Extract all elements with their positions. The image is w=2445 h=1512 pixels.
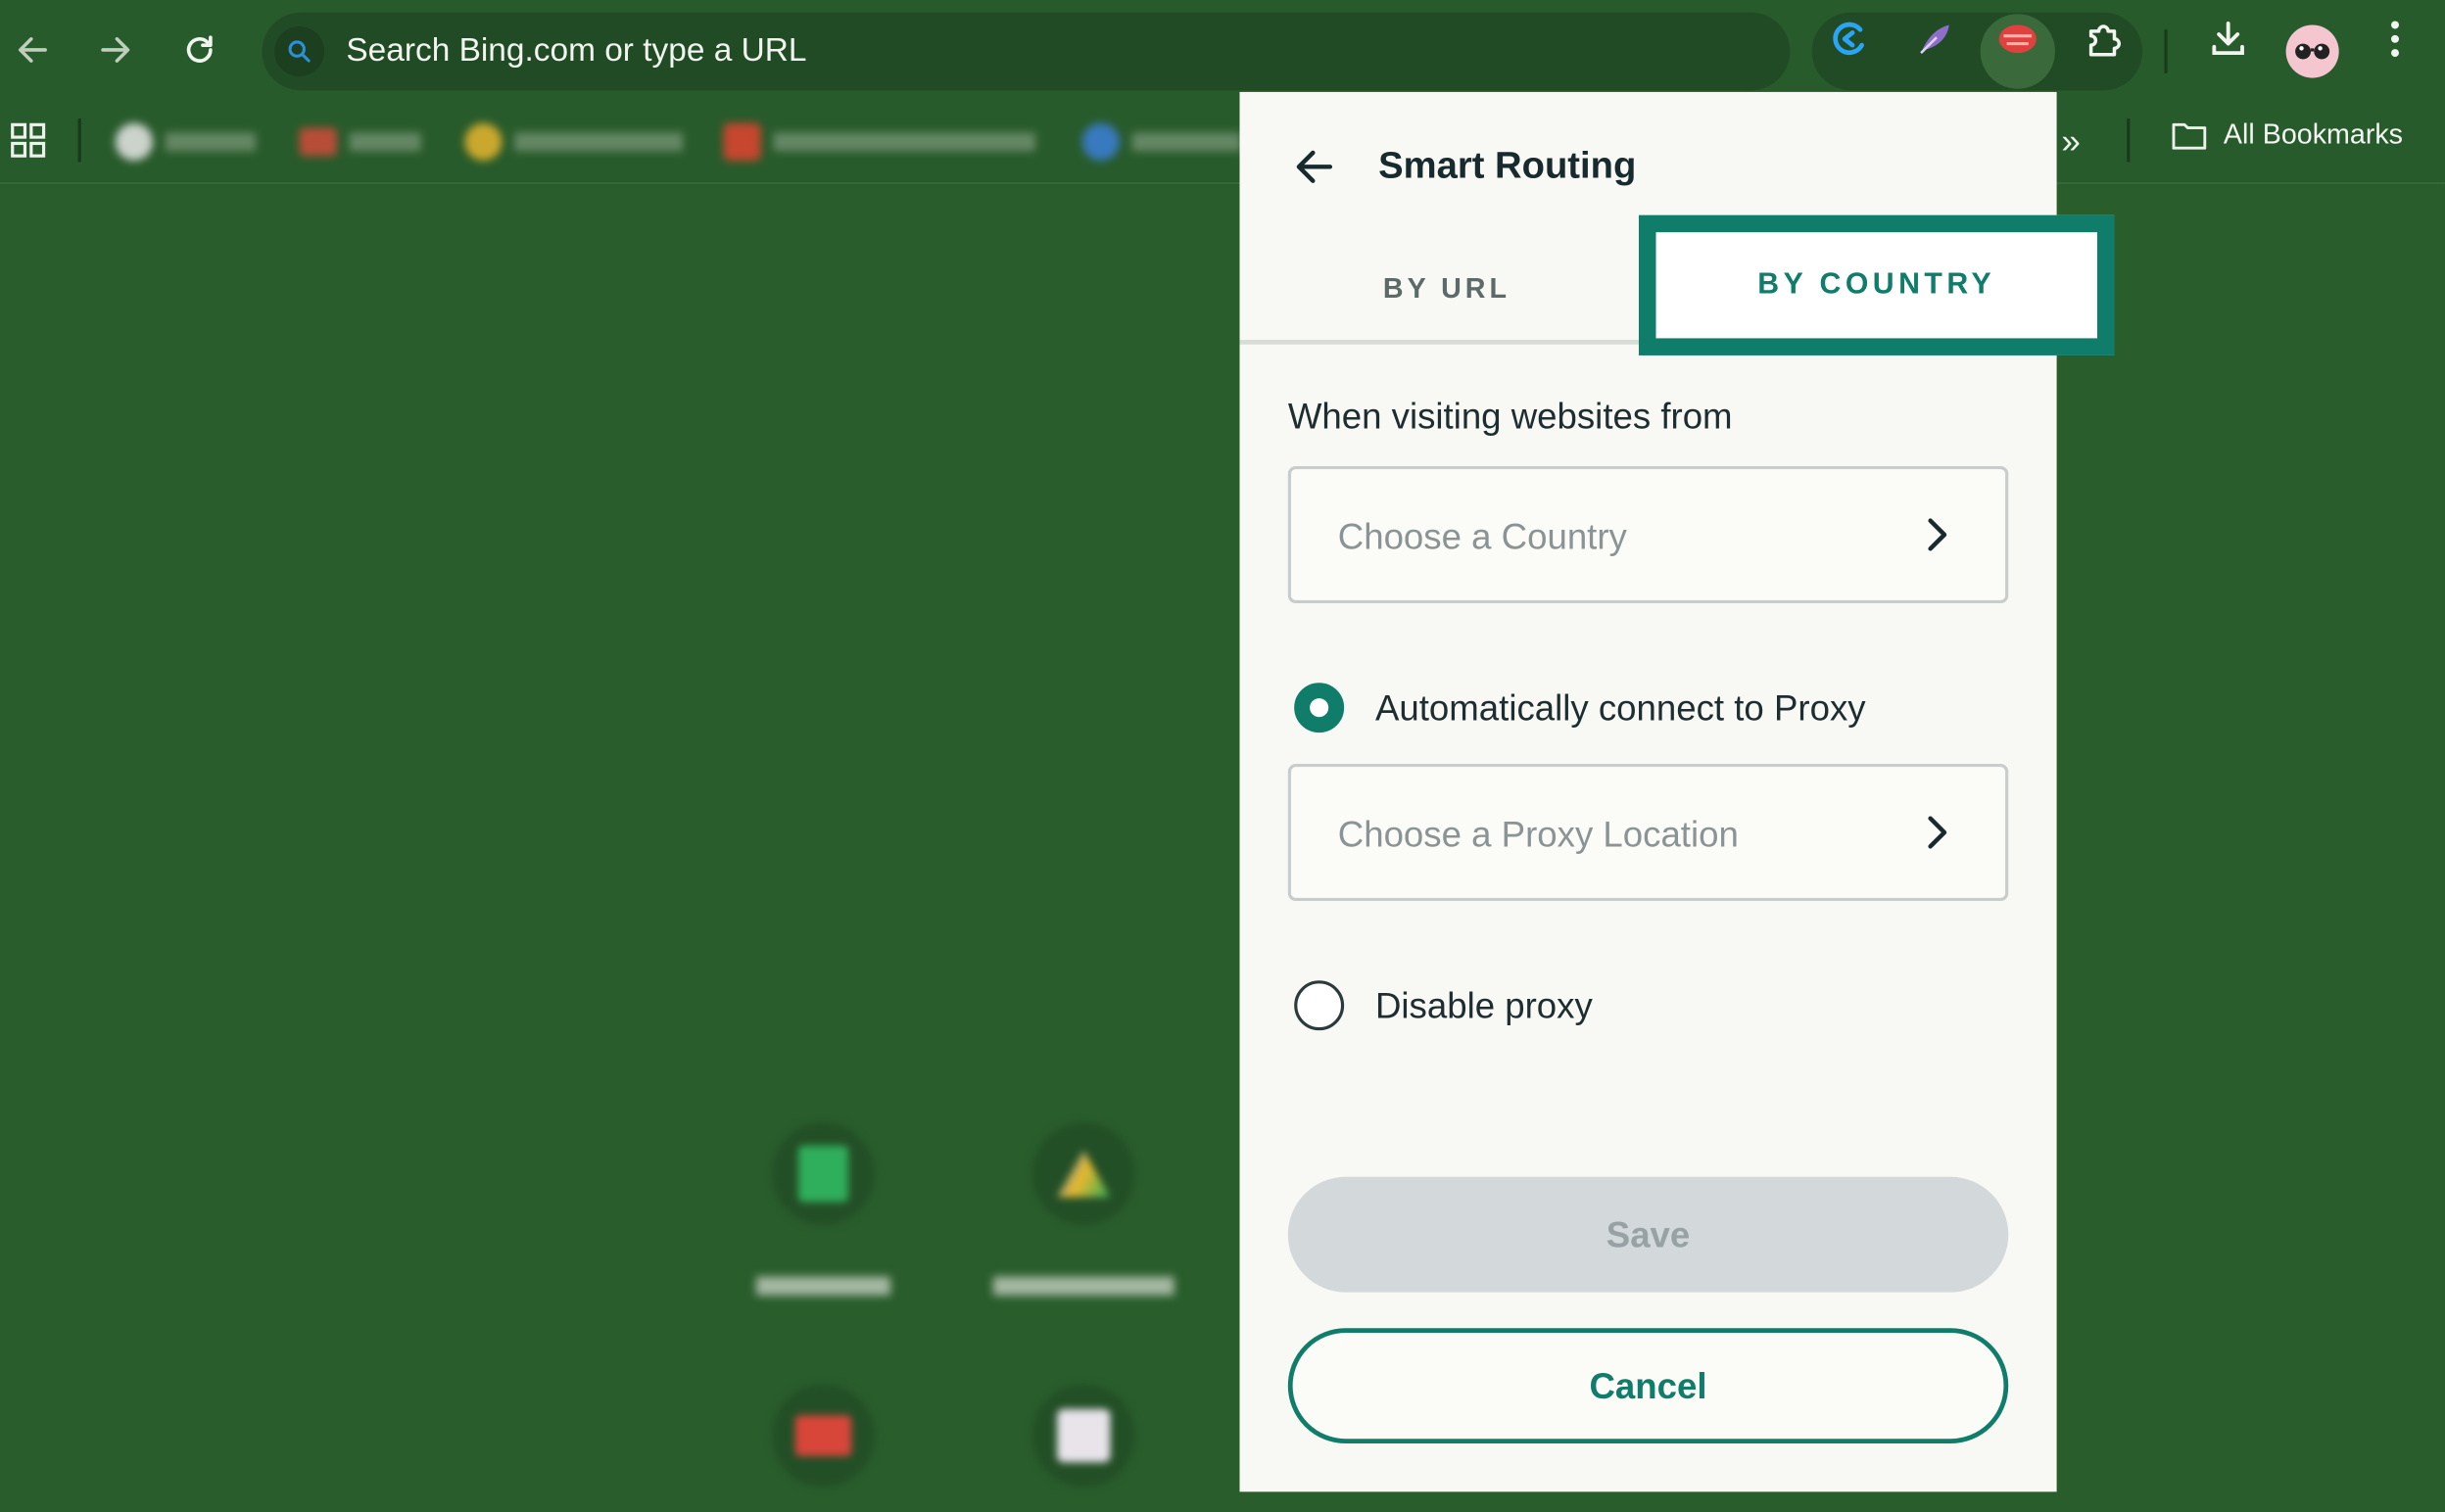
- arrow-left-icon: [18, 37, 47, 63]
- tabs-underline: [1239, 340, 2057, 345]
- proxy-location-select[interactable]: Choose a Proxy Location: [1287, 763, 2009, 902]
- bookmarks-overflow-button[interactable]: »: [2061, 121, 2080, 162]
- shortcut-label: [698, 1275, 948, 1303]
- tab-by-country-label: BY COUNTRY: [1757, 267, 1996, 302]
- reload-icon: [186, 35, 213, 63]
- toolbar-divider: [2164, 29, 2168, 73]
- back-button[interactable]: [1286, 139, 1342, 195]
- apps-grid-icon[interactable]: [10, 121, 47, 166]
- section-label: When visiting websites from: [1287, 396, 1733, 437]
- country-select-placeholder: Choose a Country: [1337, 515, 1627, 557]
- arrow-right-icon: [101, 37, 130, 63]
- profile-avatar[interactable]: [2285, 24, 2339, 78]
- bookmark-item[interactable]: [723, 121, 1035, 162]
- forward-button[interactable]: [87, 22, 143, 77]
- country-select[interactable]: Choose a Country: [1287, 465, 2009, 604]
- tab-by-url[interactable]: BY URL: [1383, 273, 1510, 306]
- arrow-left-icon: [1296, 150, 1333, 183]
- puzzle-icon[interactable]: [2079, 14, 2129, 64]
- radio-disable-proxy-label: Disable proxy: [1374, 984, 1593, 1025]
- all-bookmarks-button[interactable]: All Bookmarks: [2171, 118, 2403, 151]
- bookmark-item[interactable]: [115, 121, 257, 162]
- radio-button-unselected[interactable]: [1294, 980, 1345, 1031]
- grammar-extension-icon[interactable]: [1824, 14, 1874, 64]
- reload-button[interactable]: [171, 22, 227, 77]
- vpn-extension-icon[interactable]: [1992, 14, 2042, 64]
- bookmarks-bar: »: [0, 103, 2445, 184]
- bookmark-item[interactable]: [1081, 121, 1242, 162]
- save-button[interactable]: Save: [1287, 1176, 2009, 1293]
- chevron-right-icon: [1928, 518, 1947, 551]
- folder-icon: [2172, 122, 2207, 149]
- browser-toolbar: Search Bing.com or type a URL: [0, 0, 2445, 104]
- radio-auto-connect-label: Automatically connect to Proxy: [1374, 686, 1866, 728]
- download-icon[interactable]: [2203, 14, 2253, 64]
- feather-extension-icon[interactable]: [1910, 14, 1960, 64]
- bookmarks-divider: [77, 118, 81, 163]
- proxy-location-placeholder: Choose a Proxy Location: [1337, 813, 1739, 855]
- address-bar[interactable]: Search Bing.com or type a URL: [262, 12, 1791, 91]
- shortcut-tile[interactable]: [771, 1384, 875, 1488]
- bookmarks-divider: [2127, 118, 2131, 163]
- shortcut-label: [959, 1275, 1209, 1303]
- shortcut-tile[interactable]: [1031, 1122, 1135, 1226]
- shortcut-tile[interactable]: [771, 1122, 875, 1226]
- chevron-right-icon: [1928, 816, 1947, 849]
- bookmark-item[interactable]: [299, 121, 421, 162]
- kebab-menu-icon[interactable]: [2371, 14, 2421, 64]
- back-button[interactable]: [5, 22, 61, 77]
- search-icon: [274, 26, 325, 76]
- shortcut-tile[interactable]: [1031, 1384, 1135, 1488]
- cancel-button[interactable]: Cancel: [1287, 1328, 2009, 1444]
- tab-by-country[interactable]: BY COUNTRY: [1655, 232, 2096, 338]
- all-bookmarks-label: All Bookmarks: [2223, 118, 2404, 150]
- radio-disable-proxy[interactable]: Disable proxy: [1294, 980, 1593, 1031]
- address-bar-text: Search Bing.com or type a URL: [346, 32, 807, 70]
- bookmark-item[interactable]: [464, 121, 684, 162]
- popup-title: Smart Routing: [1378, 145, 1637, 188]
- sunglasses-icon: [2295, 43, 2330, 60]
- radio-button-selected[interactable]: [1294, 683, 1345, 733]
- radio-auto-connect[interactable]: Automatically connect to Proxy: [1294, 683, 1866, 733]
